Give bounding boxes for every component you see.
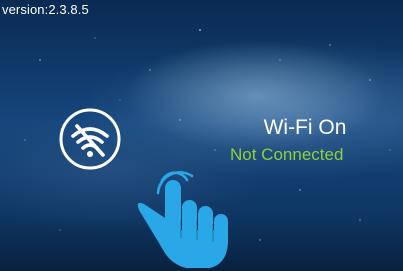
connection-status-label: Not Connected bbox=[230, 145, 344, 164]
wifi-setup-screen: version:2.3.8.5 Wi-Fi On Not Connected bbox=[0, 0, 403, 271]
tap-hand-icon bbox=[137, 171, 228, 268]
wifi-state-label: Wi-Fi On bbox=[263, 116, 347, 139]
wifi-toggle-button[interactable] bbox=[58, 107, 122, 171]
wifi-status: Wi-Fi On Not Connected bbox=[230, 115, 370, 167]
wifi-off-icon bbox=[59, 108, 121, 170]
version-label: version:2.3.8.5 bbox=[2, 2, 89, 17]
